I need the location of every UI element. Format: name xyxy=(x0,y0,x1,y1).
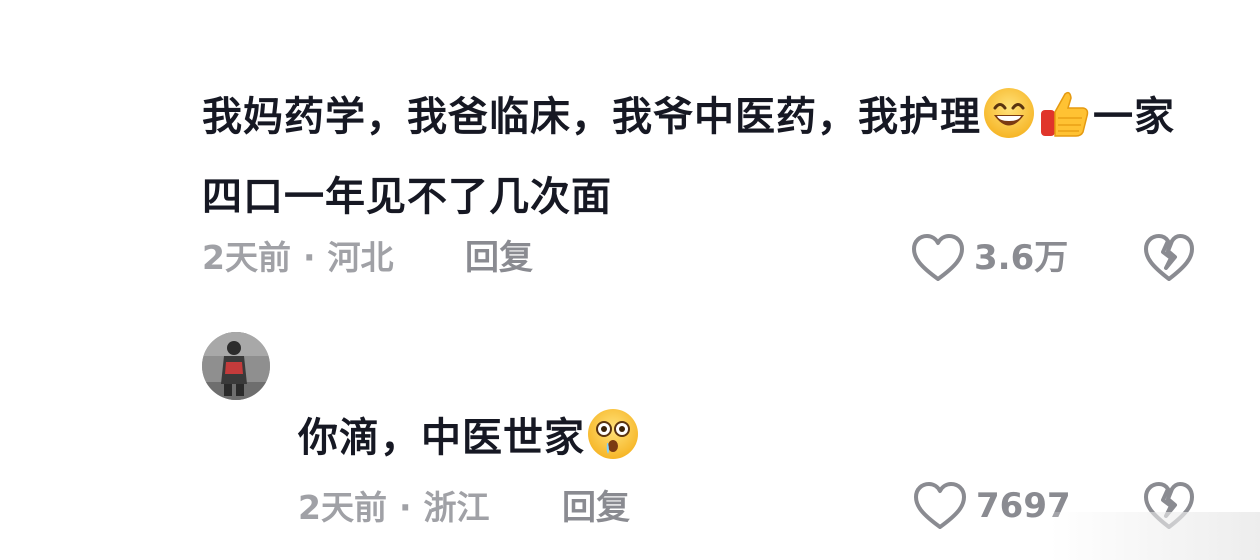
like-button[interactable]: 3.6万 xyxy=(910,232,1068,284)
comment-text: 我妈药学，我爸临床，我爷中医药，我护理 一家四口一年见不了几次面 xyxy=(202,77,1192,237)
thumbs-up-emoji-icon xyxy=(1038,86,1092,140)
comment-location: 浙江 xyxy=(423,488,490,527)
astonished-drool-emoji-icon xyxy=(586,407,640,461)
broken-heart-icon xyxy=(1144,234,1194,281)
meta-separator: · xyxy=(302,238,316,277)
heart-icon xyxy=(914,482,966,529)
comment-location: 河北 xyxy=(327,238,394,277)
comment-text-part: 你滴，中医世家 xyxy=(298,415,585,461)
grin-emoji-icon xyxy=(982,86,1036,140)
watermark-overlay xyxy=(1050,512,1260,560)
comment-text: 你滴，中医世家 xyxy=(298,398,998,478)
comment-text-part: 我妈药学，我爸临床，我爷中医药，我护理 xyxy=(202,94,981,140)
comment-thread: 我妈药学，我爸临床，我爷中医药，我护理 一家四口一年见不了几次面 2天前·河 xyxy=(0,0,1260,560)
avatar[interactable] xyxy=(202,332,270,400)
like-button[interactable]: 7697 xyxy=(912,480,1071,532)
comment-meta: 2天前 · 浙江 xyxy=(298,488,490,528)
reply-button[interactable]: 回复 xyxy=(562,488,630,528)
comment-time: 2天前 xyxy=(202,238,291,277)
comment-time: 2天前 xyxy=(298,488,387,527)
dislike-button[interactable] xyxy=(1142,232,1196,288)
meta-separator: · xyxy=(398,488,412,527)
heart-icon xyxy=(912,234,964,281)
like-count: 3.6万 xyxy=(974,238,1069,278)
comment-meta: 2天前 · 河北 xyxy=(202,238,394,278)
reply-button[interactable]: 回复 xyxy=(465,238,533,278)
